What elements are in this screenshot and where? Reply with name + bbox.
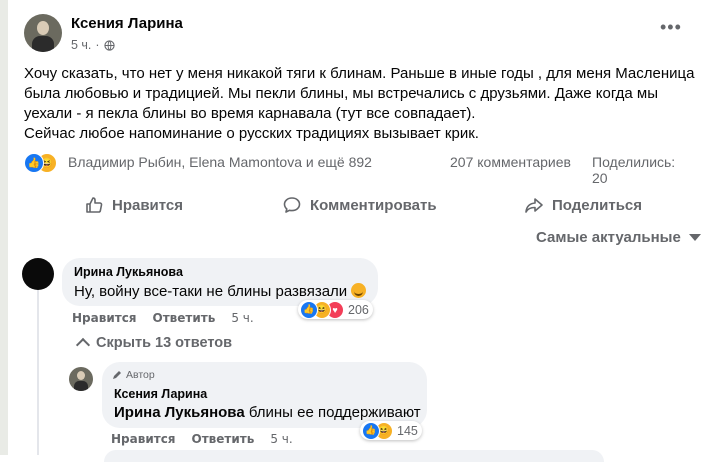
post-card: Ксения Ларина 5 ч. · ••• Хочу сказать, ч…	[8, 0, 708, 462]
like-button-label: Нравится	[112, 196, 184, 214]
reply-actions: Нравится Ответить 5 ч.	[111, 432, 293, 446]
chevron-up-icon	[75, 337, 91, 353]
comment-bubble: Ирина Лукьянова Ну, войну все-таки не бл…	[62, 258, 378, 306]
post-time[interactable]: 5 ч.	[71, 38, 91, 52]
like-icon: 👍	[300, 300, 318, 319]
share-count[interactable]: Поделились: 20	[592, 154, 694, 186]
comment-sort-dropdown[interactable]: Самые актуальные	[536, 229, 701, 246]
reply-bubble: Автор Ксения Ларина Ирина Лукьянова блин…	[102, 362, 427, 428]
hide-replies-label: Скрыть 13 ответов	[96, 335, 233, 351]
comment-button-label: Комментировать	[310, 196, 437, 214]
post-text-line: была любовью и традицией. Мы пекли блины…	[24, 85, 659, 102]
reply-reactions[interactable]: 👍 😆 145	[360, 421, 422, 440]
post-meta: 5 ч. ·	[71, 38, 115, 52]
reactions-bar: 👍 😆 Владимир Рыбин, Elena Mamontova и ещ…	[24, 152, 694, 186]
avatar-body	[32, 36, 54, 52]
post-text: Хочу сказать, что нет у меня никакой тяг…	[24, 64, 694, 144]
reply-reply-link[interactable]: Ответить	[192, 432, 255, 446]
avatar-face	[37, 21, 49, 35]
comment-reaction-count: 206	[348, 302, 369, 317]
smile-emoji-icon	[351, 283, 367, 298]
reactors-summary[interactable]: Владимир Рыбин, Elena Mamontova и ещё 89…	[68, 154, 372, 170]
comment-text-content: Ну, войну все-таки не блины развязали	[74, 283, 348, 300]
comment-button[interactable]: Комментировать	[282, 188, 437, 222]
post-actions: Нравится Комментировать Поделиться	[24, 188, 694, 222]
dropdown-arrow-icon	[688, 234, 701, 241]
thumbs-up-icon	[86, 197, 103, 213]
like-icon: 👍	[362, 421, 380, 440]
share-button-label: Поделиться	[552, 196, 643, 214]
comment-text: Ну, войну все-таки не блины развязали	[74, 283, 367, 300]
pen-icon	[113, 371, 121, 379]
reply-reaction-count: 145	[397, 423, 418, 438]
comment-time[interactable]: 5 ч.	[231, 311, 253, 325]
hide-replies-button[interactable]: Скрыть 13 ответов	[75, 335, 233, 353]
reply-thread-line	[37, 290, 39, 455]
reply-time[interactable]: 5 ч.	[270, 432, 292, 446]
globe-icon	[103, 39, 115, 51]
comment-actions: Нравится Ответить 5 ч.	[72, 311, 254, 325]
background-strip	[0, 0, 8, 455]
reply-text-content: блины ее поддерживают	[244, 404, 421, 421]
like-icon: 👍	[24, 153, 44, 173]
next-reply-bubble	[104, 450, 604, 462]
comment-reactions[interactable]: 👍 😆 ♥ 206	[298, 300, 373, 319]
avatar-face	[77, 371, 85, 380]
comment-icon	[283, 197, 301, 213]
post-author-name[interactable]: Ксения Ларина	[71, 15, 183, 32]
comment-author[interactable]: Ирина Лукьянова	[74, 265, 183, 279]
reply-author[interactable]: Ксения Ларина	[114, 387, 207, 401]
author-avatar[interactable]	[24, 14, 62, 52]
avatar-body	[74, 381, 88, 391]
comment-like-link[interactable]: Нравится	[72, 311, 137, 325]
reply-like-link[interactable]: Нравится	[111, 432, 176, 446]
share-icon	[525, 198, 543, 213]
mention-link[interactable]: Ирина Лукьянова	[114, 404, 245, 421]
post-text-line: уехали - я пекла блины во время карнавал…	[24, 105, 476, 122]
share-button[interactable]: Поделиться	[524, 188, 642, 222]
author-badge-label: Автор	[126, 369, 155, 381]
reply-text: Ирина Лукьянова блины ее поддерживают	[114, 404, 421, 421]
comment-reply-link[interactable]: Ответить	[153, 311, 216, 325]
sort-label: Самые актуальные	[536, 229, 681, 246]
more-options-button[interactable]: •••	[660, 18, 682, 36]
post-text-line: Хочу сказать, что нет у меня никакой тяг…	[24, 65, 695, 82]
like-button[interactable]: Нравится	[84, 188, 183, 222]
reaction-icons[interactable]: 👍 😆	[24, 153, 64, 173]
reply-author-avatar[interactable]	[69, 367, 93, 391]
post-text-line: Сейчас любое напоминание о русских тради…	[24, 125, 479, 142]
comment-count[interactable]: 207 комментариев	[450, 154, 571, 170]
author-badge: Автор	[112, 369, 155, 381]
commenter-avatar[interactable]	[22, 258, 54, 290]
